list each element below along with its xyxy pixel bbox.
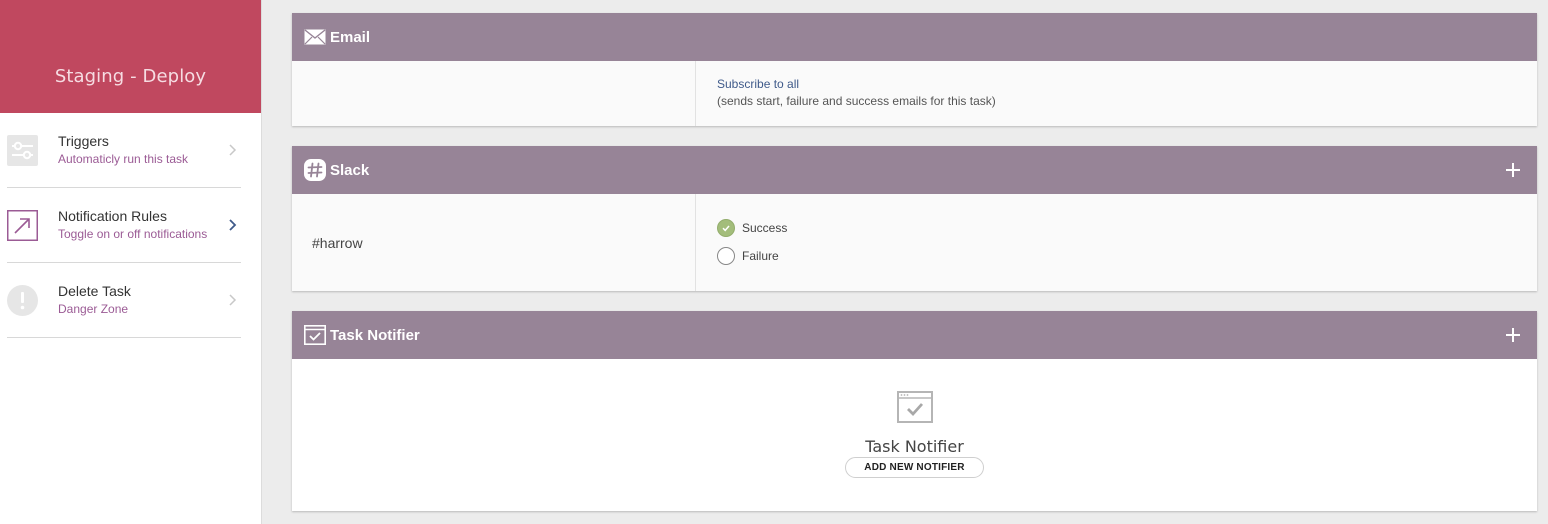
add-new-notifier-button[interactable]: ADD NEW NOTIFIER	[845, 457, 984, 478]
slack-options-cell: Success Failure	[696, 194, 1537, 291]
slack-panel-header: Slack	[292, 146, 1537, 194]
slack-panel: Slack #harrow Success Failure	[292, 146, 1537, 291]
sidebar-item-label: Delete Task	[58, 283, 131, 299]
sidebar-item-sublabel: Toggle on or off notifications	[58, 227, 208, 241]
exclamation-icon	[7, 284, 38, 316]
arrow-up-right-icon	[7, 209, 38, 241]
sidebar: Staging - Deploy Triggers Automaticly ru…	[0, 0, 262, 524]
task-notifier-panel: Task Notifier Task Notifier ADD NEW NOTI…	[292, 311, 1537, 511]
email-panel-header: Email	[292, 13, 1537, 61]
sidebar-nav: Triggers Automaticly run this task Notif…	[0, 113, 261, 338]
sidebar-item-text: Triggers Automaticly run this task	[58, 133, 225, 167]
envelope-icon	[304, 26, 326, 48]
failure-radio[interactable]	[717, 247, 735, 265]
chevron-right-icon	[229, 144, 237, 156]
chevron-right-icon	[229, 219, 237, 231]
empty-state-title: Task Notifier	[865, 437, 964, 456]
sliders-icon	[7, 134, 38, 166]
success-radio-checked[interactable]	[717, 219, 735, 237]
main-content: Email Subscribe to all (sends start, fai…	[292, 13, 1537, 524]
checked-window-icon	[896, 391, 933, 428]
sidebar-item-sublabel: Automaticly run this task	[58, 152, 189, 166]
failure-option[interactable]: Failure	[717, 246, 1537, 266]
sidebar-item-text: Notification Rules Toggle on or off noti…	[58, 208, 225, 242]
email-panel: Email Subscribe to all (sends start, fai…	[292, 13, 1537, 126]
email-right-cell: Subscribe to all (sends start, failure a…	[696, 61, 1537, 126]
add-slack-button[interactable]	[1505, 162, 1521, 178]
sidebar-item-notification-rules[interactable]: Notification Rules Toggle on or off noti…	[7, 188, 241, 263]
subscribe-all-link[interactable]: Subscribe to all	[717, 76, 1537, 93]
failure-label: Failure	[742, 249, 779, 263]
slack-row: #harrow Success Failure	[292, 194, 1537, 291]
success-option[interactable]: Success	[717, 218, 1537, 238]
subscribe-description: (sends start, failure and success emails…	[717, 94, 996, 108]
sidebar-item-sublabel: Danger Zone	[58, 302, 129, 316]
slack-channel-cell: #harrow	[292, 194, 696, 291]
checked-window-icon	[304, 324, 326, 346]
sidebar-item-text: Delete Task Danger Zone	[58, 283, 225, 317]
sidebar-item-delete-task[interactable]: Delete Task Danger Zone	[7, 263, 241, 338]
chevron-right-icon	[229, 294, 237, 306]
email-row: Subscribe to all (sends start, failure a…	[292, 61, 1537, 126]
sidebar-item-label: Notification Rules	[58, 208, 167, 224]
panel-title: Task Notifier	[330, 326, 420, 344]
add-task-notifier-button[interactable]	[1505, 327, 1521, 343]
slack-hash-icon	[304, 159, 326, 181]
sidebar-item-triggers[interactable]: Triggers Automaticly run this task	[7, 113, 241, 188]
sidebar-item-label: Triggers	[58, 133, 109, 149]
sidebar-header: Staging - Deploy	[0, 0, 261, 113]
task-notifier-panel-header: Task Notifier	[292, 311, 1537, 359]
task-notifier-empty-state: Task Notifier ADD NEW NOTIFIER	[292, 359, 1537, 511]
panel-title: Slack	[330, 161, 370, 179]
email-left-cell	[292, 61, 696, 126]
task-title: Staging - Deploy	[54, 66, 207, 87]
slack-channel-name: #harrow	[312, 234, 363, 251]
success-label: Success	[742, 221, 788, 235]
panel-title: Email	[330, 28, 371, 46]
